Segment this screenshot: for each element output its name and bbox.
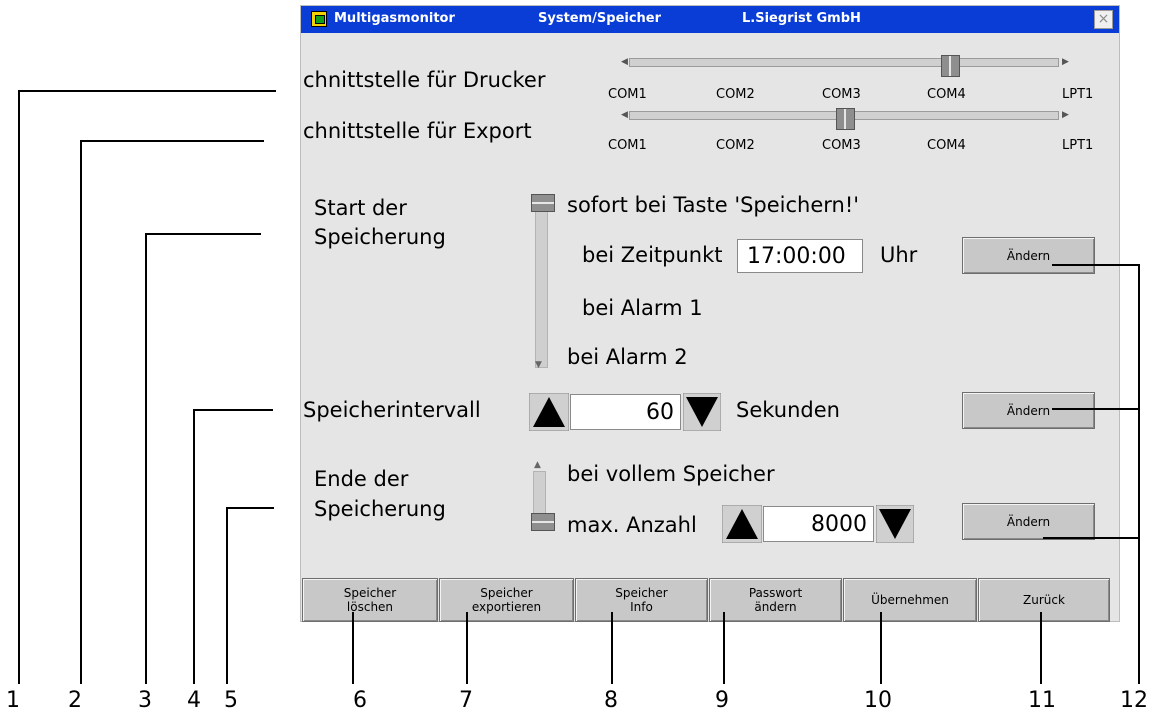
printer-port-label: chnittstelle für Drucker xyxy=(303,68,546,92)
right-arrow-icon[interactable]: ▶ xyxy=(1062,110,1069,120)
end-decrement-glyph xyxy=(875,504,915,544)
callout-number-6: 6 xyxy=(353,688,367,713)
down-arrow-icon[interactable] xyxy=(682,392,722,432)
end-label-line2: Speicherung xyxy=(314,497,446,521)
callout-line-12-a xyxy=(1052,264,1140,266)
end-option-full[interactable]: bei vollem Speicher xyxy=(567,462,775,486)
start-option-immediate[interactable]: sofort bei Taste 'Speichern!' xyxy=(567,193,859,217)
callout-line-1-h xyxy=(18,90,276,92)
export-tick-com3: COM3 xyxy=(822,138,861,153)
up-arrow-icon[interactable] xyxy=(721,504,763,544)
callout-line-8 xyxy=(611,612,613,684)
callout-line-3-h xyxy=(145,233,261,235)
right-arrow-icon[interactable]: ▶ xyxy=(1062,57,1069,67)
start-label-line2: Speicherung xyxy=(314,225,446,249)
chevron-up-icon: ▲ xyxy=(534,460,541,470)
end-max-input[interactable]: 8000 xyxy=(763,506,874,542)
start-label-line1: Start der xyxy=(314,196,407,220)
callout-number-3: 3 xyxy=(138,688,152,713)
callout-line-9 xyxy=(723,612,725,684)
interval-increment-glyph xyxy=(528,392,570,432)
start-option-alarm2[interactable]: bei Alarm 2 xyxy=(567,345,688,369)
interval-change-button[interactable]: Ändern xyxy=(962,392,1095,429)
callout-line-3-v xyxy=(145,233,147,684)
callout-number-10: 10 xyxy=(864,688,892,713)
start-option-alarm1[interactable]: bei Alarm 1 xyxy=(582,296,703,320)
window-section: System/Speicher xyxy=(538,11,662,26)
chevron-down-icon: ▼ xyxy=(535,360,542,370)
apply-button[interactable]: Übernehmen xyxy=(843,578,977,622)
start-option-time[interactable]: bei Zeitpunkt xyxy=(582,243,722,267)
end-increment-glyph xyxy=(721,504,763,544)
callout-line-4-h xyxy=(193,409,273,411)
change-password-button[interactable]: Passwort ändern xyxy=(709,578,842,622)
end-change-button[interactable]: Ändern xyxy=(962,503,1095,540)
callout-line-6 xyxy=(352,612,354,684)
export-port-slider-thumb[interactable] xyxy=(836,108,855,130)
window-company: L.Siegrist GmbH xyxy=(742,11,861,26)
window-app-name: Multigasmonitor xyxy=(334,11,455,26)
start-selector-thumb[interactable] xyxy=(531,194,555,212)
callout-number-1: 1 xyxy=(6,688,20,713)
callout-line-10 xyxy=(880,612,882,684)
callout-number-4: 4 xyxy=(187,688,201,713)
start-time-input[interactable]: 17:00:00 xyxy=(737,239,863,273)
printer-port-slider-thumb[interactable] xyxy=(941,55,960,77)
end-selector-thumb[interactable] xyxy=(531,513,555,531)
left-arrow-icon[interactable]: ◀ xyxy=(621,57,628,67)
left-arrow-icon[interactable]: ◀ xyxy=(621,110,628,120)
delete-storage-button[interactable]: Speicher löschen xyxy=(302,578,438,622)
printer-tick-com4: COM4 xyxy=(927,87,966,102)
callout-line-7 xyxy=(466,612,468,684)
callout-number-2: 2 xyxy=(68,688,82,713)
callout-line-12-v xyxy=(1138,264,1140,684)
printer-tick-com1: COM1 xyxy=(608,87,647,102)
start-change-button[interactable]: Ändern xyxy=(962,237,1095,274)
app-icon xyxy=(311,11,327,27)
export-tick-com4: COM4 xyxy=(927,138,966,153)
close-icon[interactable]: × xyxy=(1094,10,1113,29)
callout-line-4-v xyxy=(193,409,195,684)
callout-number-7: 7 xyxy=(459,688,473,713)
callout-line-2-v xyxy=(80,140,82,684)
printer-tick-com2: COM2 xyxy=(716,87,755,102)
start-selector-track[interactable] xyxy=(535,196,548,368)
export-port-label: chnittstelle für Export xyxy=(303,119,532,143)
export-tick-com2: COM2 xyxy=(716,138,755,153)
callout-line-5-v xyxy=(226,507,228,684)
interval-label: Speicherintervall xyxy=(303,398,481,422)
callout-number-11: 11 xyxy=(1028,688,1056,713)
export-storage-button[interactable]: Speicher exportieren xyxy=(439,578,574,622)
start-time-unit: Uhr xyxy=(880,243,918,267)
callout-line-5-h xyxy=(226,507,274,509)
callout-line-12-c xyxy=(1043,537,1140,539)
end-label-line1: Ende der xyxy=(314,467,409,491)
printer-tick-com3: COM3 xyxy=(822,87,861,102)
printer-port-slider-track[interactable] xyxy=(629,58,1059,67)
printer-tick-lpt1: LPT1 xyxy=(1062,87,1094,102)
end-option-max[interactable]: max. Anzahl xyxy=(567,513,697,537)
callout-line-12-b xyxy=(1052,408,1140,410)
callout-number-12: 12 xyxy=(1120,688,1148,713)
storage-info-button[interactable]: Speicher Info xyxy=(575,578,708,622)
export-tick-lpt1: LPT1 xyxy=(1062,138,1094,153)
callout-number-5: 5 xyxy=(224,688,238,713)
callout-line-11 xyxy=(1040,612,1042,684)
interval-input[interactable]: 60 xyxy=(570,394,681,430)
callout-line-2-h xyxy=(80,140,264,142)
export-tick-com1: COM1 xyxy=(608,138,647,153)
callout-number-8: 8 xyxy=(604,688,618,713)
up-arrow-icon[interactable] xyxy=(528,392,570,432)
interval-decrement-glyph xyxy=(682,392,722,432)
callout-number-9: 9 xyxy=(715,688,729,713)
callout-line-1-v xyxy=(18,90,20,684)
interval-unit: Sekunden xyxy=(736,398,840,422)
down-arrow-icon[interactable] xyxy=(875,504,915,544)
back-button[interactable]: Zurück xyxy=(978,578,1110,622)
